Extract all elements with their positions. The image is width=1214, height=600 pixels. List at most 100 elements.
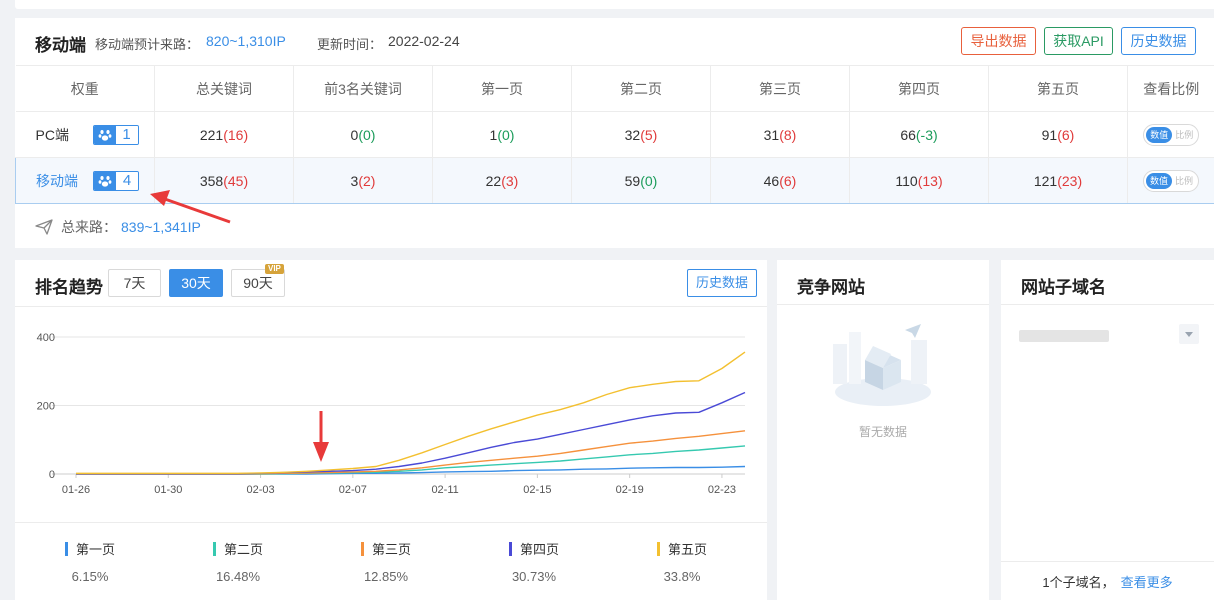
count-value: 121 <box>1033 172 1058 189</box>
baidu-paw-icon <box>94 172 116 190</box>
count-value: 110 <box>895 172 918 189</box>
series-line-2 <box>76 445 746 475</box>
trend-title: 排名趋势 <box>35 278 103 297</box>
keyword-count-cell: 32(5) <box>571 111 711 158</box>
count-delta: (0) <box>497 126 515 143</box>
history-data-button[interactable]: 历史数据 <box>1121 27 1196 55</box>
count-delta: (6) <box>779 172 797 189</box>
legend-label: 第三页 <box>371 542 411 557</box>
platform-label: PC端 <box>35 126 69 143</box>
column-header: 第三页 <box>710 65 850 112</box>
keyword-count-cell: 358(45) <box>154 157 294 204</box>
weight-badge: 1 <box>92 125 139 145</box>
legend-swatch <box>656 542 660 556</box>
count-delta: (23) <box>1057 172 1083 189</box>
keyword-count-cell: 3(2) <box>293 157 433 204</box>
count-delta: (3) <box>501 172 519 189</box>
table-row[interactable]: 移动端 4 358(45) 3(2) 22(3) 59(0) 46(6) 110(13) 121… <box>15 157 1214 204</box>
legend-percentage: 16.48% <box>215 569 261 584</box>
count-delta: (0) <box>640 172 658 189</box>
legend-item[interactable]: 第三页 12.85% <box>311 523 461 600</box>
caret-down-icon <box>1185 331 1193 337</box>
count-value: 358 <box>199 172 224 189</box>
subdomain-card: 网站子域名 1个子域名， 查看更多 <box>1001 260 1214 600</box>
toggle-value-option: 数值 <box>1146 172 1173 189</box>
table-row[interactable]: PC端 1 221(16) 0(0) 1(0) 32(5) 31(8) 66(-3) 91(6)… <box>15 111 1214 158</box>
view-more-link[interactable]: 查看更多 <box>1121 575 1173 590</box>
weight-cell: 移动端 4 <box>15 157 155 204</box>
x-tick-label: 02-23 <box>708 484 736 496</box>
legend-label: 第四页 <box>519 542 559 557</box>
column-header: 第二页 <box>571 65 711 112</box>
platform-label: 移动端 <box>36 172 78 189</box>
keyword-table: 权重 总关键词 前3名关键词 第一页 第二页 第三页 第四页 第五页 查看比例 … <box>15 65 1214 204</box>
y-tick-label: 0 <box>49 469 55 481</box>
estimate-label: 移动端预计来路： <box>95 37 200 52</box>
x-tick-label: 02-03 <box>246 484 274 496</box>
value-ratio-toggle[interactable]: 数值 比例 <box>1143 123 1200 146</box>
range-30d-button[interactable]: 30天 <box>169 269 223 297</box>
count-delta: (6) <box>1057 126 1075 143</box>
count-value: 91 <box>1041 126 1058 143</box>
count-value: 32 <box>624 126 641 143</box>
count-delta: (16) <box>223 126 249 143</box>
legend-series-name: 第一页 <box>15 539 165 558</box>
subdomain-title: 网站子域名 <box>1021 278 1106 297</box>
legend-label: 第五页 <box>667 542 707 557</box>
get-api-button[interactable]: 获取API <box>1044 27 1113 55</box>
legend-swatch <box>212 542 216 556</box>
legend-swatch <box>64 542 68 556</box>
count-value: 31 <box>763 126 780 143</box>
x-tick-label: 01-26 <box>62 484 90 496</box>
weight-value: 1 <box>115 126 138 144</box>
export-data-button[interactable]: 导出数据 <box>961 27 1036 55</box>
weight-badge: 4 <box>93 171 139 191</box>
series-line-5 <box>76 351 746 475</box>
legend-label: 第一页 <box>75 542 115 557</box>
value-ratio-toggle[interactable]: 数值 比例 <box>1143 169 1199 192</box>
keyword-count-cell: 31(8) <box>710 111 850 158</box>
keyword-count-cell: 59(0) <box>571 157 711 204</box>
column-header: 第五页 <box>988 65 1128 112</box>
update-time-value: 2022-02-24 <box>388 33 460 49</box>
keyword-count-cell: 66(-3) <box>849 111 989 158</box>
count-delta: (45) <box>223 172 249 189</box>
x-tick-label: 02-19 <box>616 484 644 496</box>
keyword-count-cell: 22(3) <box>432 157 572 204</box>
count-value: 221 <box>199 126 224 143</box>
update-time-label: 更新时间： <box>317 37 383 52</box>
count-delta: (-3) <box>915 126 938 143</box>
column-header: 查看比例 <box>1127 65 1214 112</box>
total-traffic: 总来路： 839~1,341IP <box>35 217 201 237</box>
chart-legend: 第一页 6.15% 第二页 16.48% 第三页 12.85% 第四页 30.73% 第五页 33… <box>15 523 767 600</box>
column-header: 前3名关键词 <box>293 65 433 112</box>
keyword-count-cell: 46(6) <box>710 157 850 204</box>
count-delta: (8) <box>779 126 797 143</box>
estimate-value: 820~1,310IP <box>206 33 286 49</box>
keyword-count-cell: 121(23) <box>988 157 1128 204</box>
keyword-count-cell: 1(0) <box>432 111 572 158</box>
ratio-toggle-cell: 数值 比例 <box>1127 111 1214 158</box>
legend-percentage: 12.85% <box>363 569 409 584</box>
count-delta: (0) <box>358 126 376 143</box>
subdomain-dropdown[interactable] <box>1179 324 1199 344</box>
legend-item[interactable]: 第四页 30.73% <box>459 523 609 600</box>
legend-swatch <box>360 542 364 556</box>
column-header: 第一页 <box>432 65 572 112</box>
top-strip <box>15 0 1214 9</box>
range-7d-button[interactable]: 7天 <box>108 269 161 297</box>
legend-item[interactable]: 第五页 33.8% <box>607 523 757 600</box>
legend-series-name: 第二页 <box>163 539 313 558</box>
legend-series-name: 第五页 <box>607 539 757 558</box>
count-delta: (2) <box>358 172 376 189</box>
ratio-toggle-cell: 数值 比例 <box>1127 157 1214 204</box>
legend-item[interactable]: 第一页 6.15% <box>15 523 165 600</box>
mobile-header: 移动端 移动端预计来路： 820~1,310IP 更新时间： 2022-02-2… <box>15 18 1214 64</box>
keyword-count-cell: 110(13) <box>849 157 989 204</box>
legend-series-name: 第四页 <box>459 539 609 558</box>
trend-history-button[interactable]: 历史数据 <box>687 269 757 297</box>
mobile-overview-card: 移动端 移动端预计来路： 820~1,310IP 更新时间： 2022-02-2… <box>15 18 1214 248</box>
total-traffic-value: 839~1,341IP <box>121 219 201 235</box>
legend-item[interactable]: 第二页 16.48% <box>163 523 313 600</box>
column-header: 权重 <box>15 65 155 112</box>
